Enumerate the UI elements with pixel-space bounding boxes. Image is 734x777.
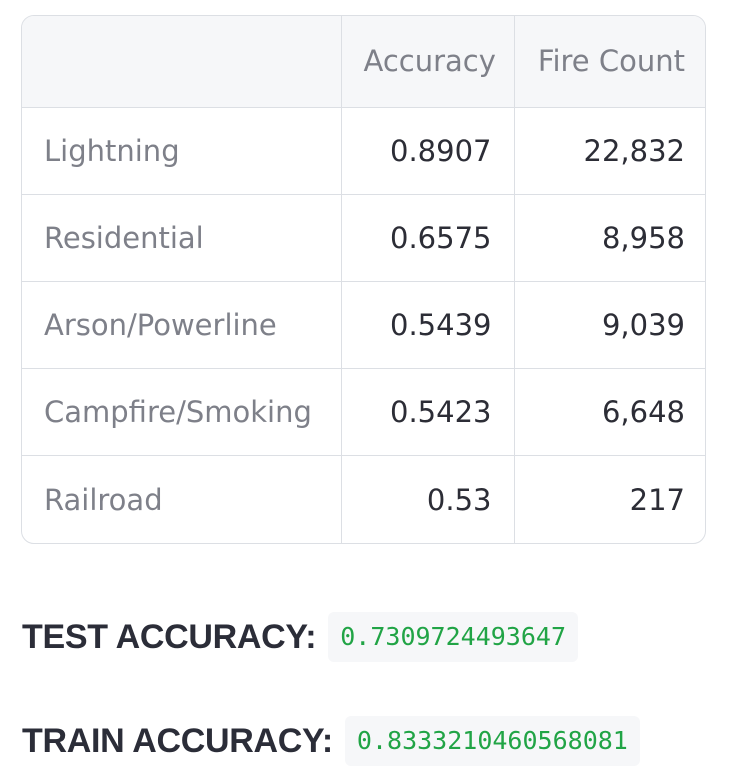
table-row: Lightning 0.8907 22,832	[22, 107, 705, 195]
fire-count-cell: 22,832	[514, 107, 705, 195]
fire-count-cell: 6,648	[514, 368, 705, 457]
accuracy-cell: 0.5423	[341, 368, 515, 457]
accuracy-table: Accuracy Fire Count Lightning 0.8907 22,…	[22, 16, 705, 543]
test-accuracy-metric: TEST ACCURACY: 0.7309724493647	[22, 612, 579, 662]
accuracy-cell: 0.8907	[341, 107, 515, 195]
test-accuracy-label: TEST ACCURACY:	[22, 617, 317, 656]
row-label: Campfire/Smoking	[22, 368, 342, 457]
row-label: Lightning	[22, 107, 342, 195]
accuracy-cell: 0.6575	[341, 194, 515, 282]
test-accuracy-value: 0.7309724493647	[328, 612, 579, 662]
accuracy-table-container: Accuracy Fire Count Lightning 0.8907 22,…	[21, 15, 706, 544]
table-row: Campfire/Smoking 0.5423 6,648	[22, 368, 705, 457]
table-row: Arson/Powerline 0.5439 9,039	[22, 281, 705, 370]
column-header-index[interactable]	[22, 16, 342, 108]
accuracy-cell: 0.53	[341, 455, 515, 543]
accuracy-cell: 0.5439	[341, 281, 515, 370]
fire-count-cell: 8,958	[514, 194, 705, 282]
table-row: Residential 0.6575 8,958	[22, 194, 705, 282]
fire-count-cell: 217	[629, 482, 685, 517]
row-label: Arson/Powerline	[22, 281, 342, 370]
train-accuracy-label: TRAIN ACCURACY:	[22, 721, 333, 760]
table-row: Railroad 0.53 217	[22, 455, 705, 543]
train-accuracy-value: 0.8333210460568081	[344, 716, 640, 766]
train-accuracy-metric: TRAIN ACCURACY: 0.8333210460568081	[22, 716, 640, 766]
fire-count-cell: 9,039	[514, 281, 705, 370]
row-label: Railroad	[22, 455, 342, 543]
row-label: Residential	[22, 194, 342, 282]
table-header-row: Accuracy Fire Count	[22, 16, 705, 108]
column-header-accuracy[interactable]: Accuracy	[341, 16, 515, 108]
column-header-fire-count[interactable]: Fire Count	[514, 16, 705, 108]
